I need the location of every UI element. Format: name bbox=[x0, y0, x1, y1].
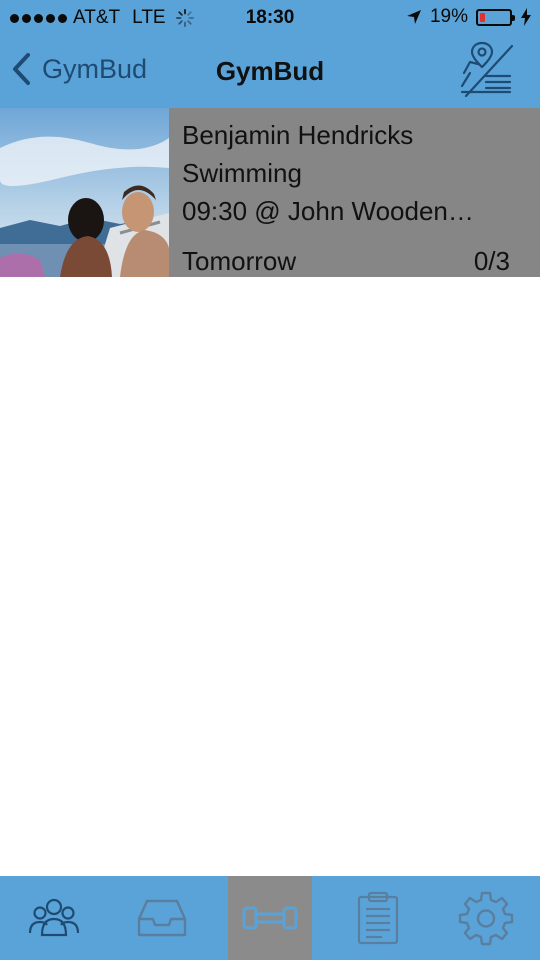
workout-list-item[interactable]: Benjamin Hendricks Swimming 09:30 @ John… bbox=[0, 108, 540, 277]
back-button[interactable]: GymBud bbox=[10, 52, 147, 86]
workout-activity: Swimming bbox=[182, 158, 302, 188]
tab-log[interactable] bbox=[324, 876, 432, 960]
network-type-label: LTE bbox=[132, 7, 166, 28]
tab-buddies[interactable] bbox=[0, 876, 108, 960]
workout-owner-name: Benjamin Hendricks bbox=[182, 120, 414, 150]
status-left: AT&T LTE bbox=[10, 7, 194, 29]
activity-spinner-icon bbox=[175, 9, 194, 27]
battery-level-fill bbox=[480, 12, 485, 22]
tab-settings[interactable] bbox=[432, 876, 540, 960]
back-button-label: GymBud bbox=[42, 53, 148, 84]
tab-bar bbox=[0, 876, 540, 960]
location-arrow-icon bbox=[406, 10, 421, 24]
workout-photo bbox=[0, 108, 169, 277]
tab-workouts[interactable] bbox=[228, 876, 312, 960]
workout-footer: Tomorrow 0/3 bbox=[182, 242, 510, 280]
workout-info: Benjamin Hendricks Swimming 09:30 @ John… bbox=[182, 116, 510, 276]
battery-icon bbox=[476, 8, 515, 26]
inbox-icon bbox=[137, 899, 187, 937]
chevron-left-icon bbox=[13, 53, 30, 85]
workout-day: Tomorrow bbox=[182, 246, 297, 276]
navigation-bar: GymBud GymBud bbox=[0, 36, 540, 108]
map-pin-off-icon[interactable] bbox=[458, 40, 516, 98]
status-bar: AT&T LTE 18:30 19% bbox=[0, 0, 540, 36]
people-icon bbox=[28, 898, 80, 937]
carrier-label: AT&T bbox=[73, 7, 121, 28]
clipboard-icon bbox=[357, 891, 399, 945]
top-bar: AT&T LTE 18:30 19% GymBud GymBud bbox=[0, 0, 540, 108]
tab-inbox[interactable] bbox=[108, 876, 216, 960]
profile-photo-image bbox=[0, 108, 169, 277]
workout-attendee-count: 0/3 bbox=[473, 246, 510, 276]
signal-strength-icon bbox=[10, 13, 67, 23]
workout-time-location: 09:30 @ John Wooden… bbox=[182, 196, 474, 226]
battery-percent: 19% bbox=[429, 6, 468, 27]
gear-icon bbox=[458, 891, 514, 946]
dumbbell-icon bbox=[242, 906, 298, 930]
status-right: 19% bbox=[406, 6, 532, 28]
charging-bolt-icon bbox=[521, 8, 531, 26]
